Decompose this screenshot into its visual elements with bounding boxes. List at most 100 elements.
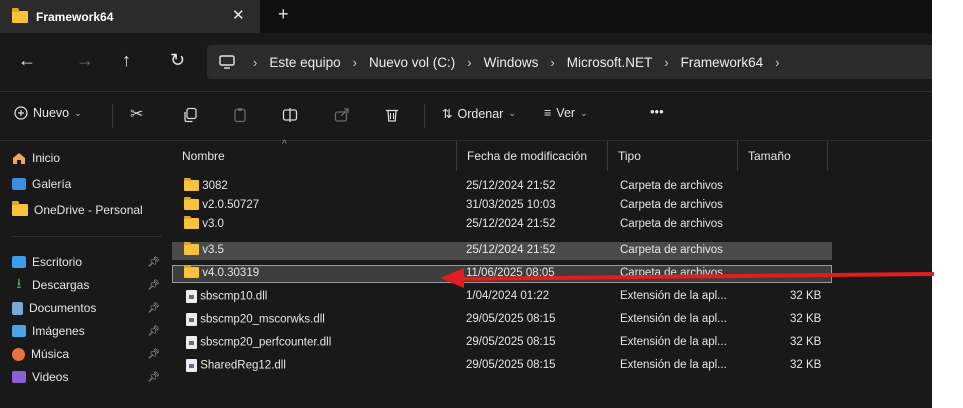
computer-icon <box>219 55 235 69</box>
sidebar-item-label: OneDrive - Personal <box>34 203 143 217</box>
address-bar-row: ← → ↑ ↻ › Este equipo › Nuevo vol (C:) ›… <box>0 33 932 92</box>
file-date: 29/05/2025 08:15 <box>466 359 556 371</box>
new-button[interactable]: Nuevo ⌄ <box>14 106 82 120</box>
back-button[interactable]: ← <box>18 50 36 71</box>
file-type: Carpeta de archivos <box>620 244 723 256</box>
more-options-button[interactable]: ••• <box>650 104 664 119</box>
file-date: 25/12/2024 21:52 <box>466 244 556 256</box>
sidebar-item-documentos[interactable]: Documentos 📌︎ <box>12 297 164 319</box>
pin-icon[interactable]: 📌︎ <box>147 349 160 360</box>
column-header-date[interactable]: Fecha de modificación <box>456 141 608 171</box>
sidebar-item-imagenes[interactable]: Imágenes 📌︎ <box>12 320 164 342</box>
breadcrumb[interactable]: › Este equipo › Nuevo vol (C:) › Windows… <box>207 45 932 79</box>
column-header-type[interactable]: Tipo <box>608 141 738 171</box>
sidebar-item-inicio[interactable]: Inicio <box>12 147 164 169</box>
pin-icon[interactable]: 📌︎ <box>147 280 160 291</box>
file-date: 29/05/2025 08:15 <box>466 313 556 325</box>
table-row[interactable]: SharedReg12.dll 29/05/2025 08:15 Extensi… <box>172 357 832 375</box>
document-icon <box>12 301 23 315</box>
navigation-pane: Inicio Galería OneDrive - Personal Escri… <box>0 141 170 408</box>
table-row[interactable]: v2.0.50727 31/03/2025 10:03 Carpeta de a… <box>172 197 832 215</box>
table-row[interactable]: v3.0 25/12/2024 21:52 Carpeta de archivo… <box>172 216 832 234</box>
file-type: Extensión de la apl... <box>620 313 727 325</box>
view-label: Ver <box>556 106 576 120</box>
breadcrumb-separator: › <box>253 54 258 70</box>
breadcrumb-item[interactable]: Framework64 <box>681 55 764 70</box>
sidebar-item-label: Inicio <box>32 151 61 165</box>
sidebar-item-label: Descargas <box>32 278 90 292</box>
table-row[interactable]: sbscmp10.dll 1/04/2024 01:22 Extensión d… <box>172 288 832 306</box>
file-name: v3.5 <box>202 244 224 256</box>
tab-framework64[interactable]: Framework64 ✕ <box>0 0 260 33</box>
sidebar-item-label: Documentos <box>29 301 97 315</box>
forward-button[interactable]: → <box>76 50 94 71</box>
sort-button[interactable]: ⇅ Ordenar ⌄ <box>442 106 516 122</box>
breadcrumb-item[interactable]: Nuevo vol (C:) <box>369 55 455 70</box>
file-name: v2.0.50727 <box>202 199 260 211</box>
file-type: Carpeta de archivos <box>620 180 723 192</box>
file-name: 3082 <box>202 180 228 192</box>
music-icon <box>12 347 25 361</box>
up-button[interactable]: ↑ <box>122 50 131 71</box>
breadcrumb-item[interactable]: Microsoft.NET <box>567 55 653 70</box>
sidebar-item-escritorio[interactable]: Escritorio 📌︎ <box>12 251 164 273</box>
table-row[interactable]: 3082 25/12/2024 21:52 Carpeta de archivo… <box>172 178 832 196</box>
sidebar-item-galeria[interactable]: Galería <box>12 173 164 195</box>
pin-icon[interactable]: 📌︎ <box>147 326 160 337</box>
chevron-down-icon: ⌄ <box>74 107 82 118</box>
share-icon[interactable] <box>334 107 350 123</box>
copy-icon[interactable] <box>182 107 198 123</box>
breadcrumb-separator: › <box>550 54 555 70</box>
column-header-name[interactable]: Nombre ^ <box>172 139 452 171</box>
file-name: SharedReg12.dll <box>200 359 286 372</box>
command-bar: Nuevo ⌄ ✂ ⇅ Ordenar ⌄ ≡ Ver ⌄ ••• <box>0 92 932 141</box>
sidebar-item-videos[interactable]: Videos 📌︎ <box>12 366 164 388</box>
chevron-down-icon: ⌄ <box>508 108 516 118</box>
column-header-size[interactable]: Tamaño <box>738 141 828 171</box>
breadcrumb-separator: › <box>775 54 780 70</box>
pictures-icon <box>12 325 26 337</box>
breadcrumb-item[interactable]: Windows <box>484 55 539 70</box>
dll-file-icon <box>186 290 197 303</box>
pin-icon[interactable]: 📌︎ <box>147 303 160 314</box>
table-row-selected[interactable]: v3.5 25/12/2024 21:52 Carpeta de archivo… <box>172 242 832 260</box>
folder-icon <box>184 178 199 192</box>
breadcrumb-item[interactable]: Este equipo <box>269 55 340 70</box>
file-size: 32 KB <box>790 313 822 325</box>
table-row[interactable]: sbscmp20_mscorwks.dll 29/05/2025 08:15 E… <box>172 311 832 329</box>
view-button[interactable]: ≡ Ver ⌄ <box>544 106 588 120</box>
file-date: 1/04/2024 01:22 <box>466 290 550 302</box>
file-name: v3.0 <box>202 218 224 230</box>
sort-label: Ordenar <box>457 106 504 121</box>
sidebar-item-musica[interactable]: Música 📌︎ <box>12 343 164 365</box>
paste-icon[interactable] <box>232 107 248 123</box>
new-tab-button[interactable]: + <box>278 4 289 25</box>
file-type: Extensión de la apl... <box>620 290 727 302</box>
dll-file-icon <box>186 359 197 372</box>
sidebar-item-descargas[interactable]: ⭳ Descargas 📌︎ <box>12 274 164 296</box>
folder-icon <box>184 265 199 279</box>
file-date: 25/12/2024 21:52 <box>466 218 556 230</box>
new-label: Nuevo <box>33 106 70 120</box>
cut-icon[interactable]: ✂ <box>130 104 143 124</box>
folder-icon <box>12 7 28 23</box>
table-row[interactable]: sbscmp20_perfcounter.dll 29/05/2025 08:1… <box>172 334 832 352</box>
file-name: sbscmp10.dll <box>200 290 268 303</box>
sidebar-item-onedrive[interactable]: OneDrive - Personal <box>12 199 164 221</box>
file-date: 31/03/2025 10:03 <box>466 199 556 211</box>
breadcrumb-separator: › <box>664 54 669 70</box>
pin-icon[interactable]: 📌︎ <box>147 257 160 268</box>
rename-icon[interactable] <box>282 107 298 123</box>
divider <box>12 236 162 237</box>
annotation-arrow-head <box>440 268 464 288</box>
delete-icon[interactable] <box>384 107 400 123</box>
file-name: sbscmp20_mscorwks.dll <box>200 313 325 326</box>
refresh-button[interactable]: ↻ <box>170 50 185 71</box>
sidebar-item-label: Imágenes <box>32 324 85 338</box>
tab-bar: Framework64 ✕ + <box>0 0 932 33</box>
folder-icon <box>184 216 199 230</box>
close-icon[interactable]: ✕ <box>232 6 245 24</box>
folder-icon <box>184 197 199 211</box>
file-date: 29/05/2025 08:15 <box>466 336 556 348</box>
pin-icon[interactable]: 📌︎ <box>147 372 160 383</box>
